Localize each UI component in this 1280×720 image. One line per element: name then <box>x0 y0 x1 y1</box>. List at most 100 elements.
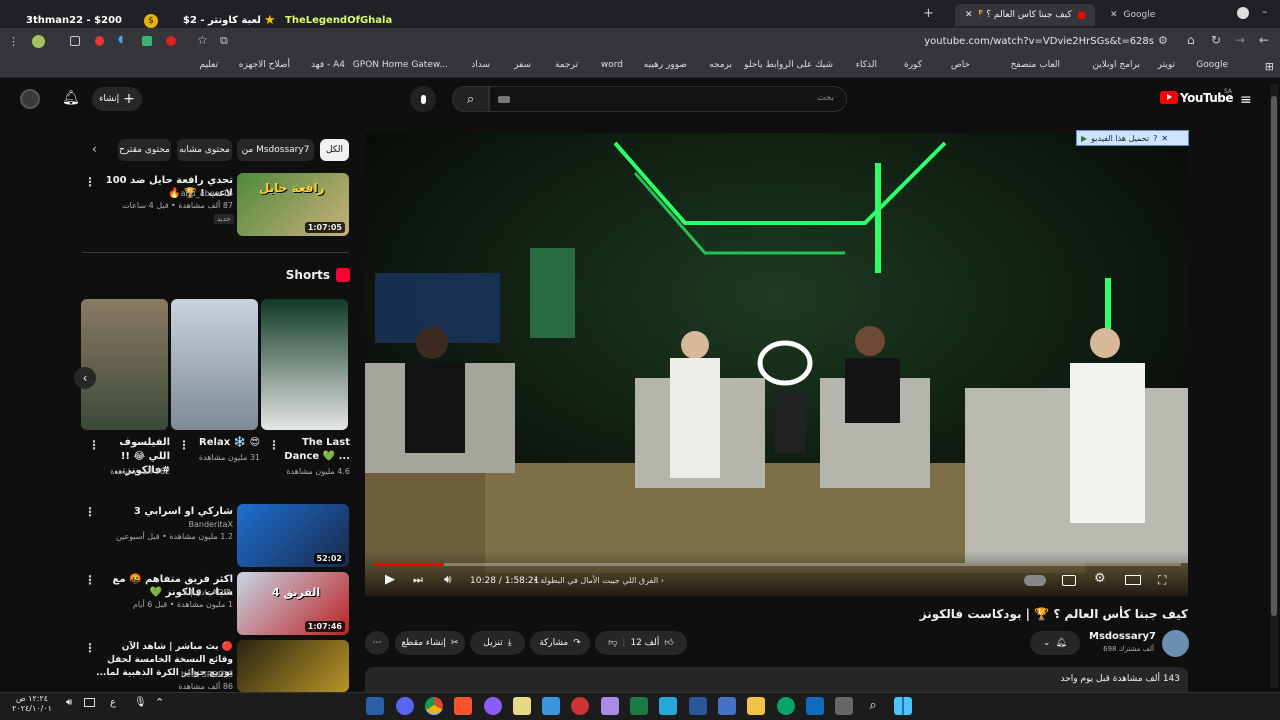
shorts-prev-button[interactable]: ‹ <box>74 367 96 389</box>
short-thumbnail[interactable] <box>171 299 258 430</box>
youtube-logo-icon[interactable] <box>1160 91 1178 104</box>
keyboard-icon[interactable] <box>498 96 510 103</box>
chip-related[interactable]: محتوى مشابه <box>177 139 232 161</box>
chapter-label[interactable]: • الفرق اللي جيبت الأمال في البطولة › <box>533 576 664 585</box>
notifications-bell-icon[interactable]: 🔔︎ <box>62 90 80 106</box>
bookmark-item[interactable]: خاص <box>951 60 970 70</box>
short-thumbnail[interactable] <box>81 299 168 430</box>
video-title[interactable]: شاركي او اسرابي 3 <box>95 505 233 518</box>
more-options-icon[interactable]: ⋮ <box>268 438 280 452</box>
share-icon[interactable]: ⧉ <box>220 34 228 48</box>
more-actions-button[interactable]: ⋯ <box>365 631 389 655</box>
edge-icon[interactable] <box>777 697 795 715</box>
taskbar-app-icon[interactable] <box>513 697 531 715</box>
bookmark-item[interactable]: أصلاح الاجهزه <box>239 60 290 70</box>
word-icon[interactable] <box>689 697 707 715</box>
brave-icon[interactable] <box>454 697 472 715</box>
more-options-icon[interactable]: ⋮ <box>84 175 96 189</box>
bookmark-item[interactable]: word <box>601 60 623 70</box>
clip-button[interactable]: إنشاء مقطع ✂ <box>395 631 465 655</box>
video-channel[interactable]: beIN SPORTS <box>95 669 233 681</box>
chip-all[interactable]: الكل <box>320 139 349 161</box>
extension-icon[interactable] <box>95 36 104 46</box>
chip-recommended[interactable]: محتوى مقترح <box>118 139 171 161</box>
menu-icon[interactable]: ⋮ <box>8 35 19 48</box>
bookmark-item[interactable]: كورة <box>904 60 922 70</box>
search-button[interactable]: ⌕ <box>452 86 489 112</box>
like-icon[interactable]: 👍︎ <box>664 638 673 648</box>
close-icon[interactable]: ✕ <box>1161 134 1168 143</box>
volume-icon[interactable]: 🔊︎ <box>444 572 452 587</box>
bookmark-item[interactable]: برمجه <box>709 60 732 70</box>
bookmark-item[interactable]: تويتر <box>1158 60 1175 70</box>
chevron-left-icon[interactable]: ‹ <box>92 142 97 156</box>
share-button[interactable]: مشاركة ↷ <box>530 631 590 655</box>
hamburger-menu-icon[interactable]: ≡ <box>1240 92 1252 108</box>
bookmark-star-icon[interactable]: ☆ <box>197 33 208 47</box>
chip-from-channel[interactable]: من Msdossary7 <box>237 139 314 161</box>
bookmark-item[interactable]: سداد <box>471 60 490 70</box>
extension-icon[interactable] <box>142 36 152 46</box>
reload-icon[interactable]: ↻ <box>1211 33 1221 47</box>
extensions-icon[interactable] <box>70 36 80 46</box>
home-icon[interactable]: ⌂ <box>1187 33 1195 47</box>
next-button[interactable]: ⏭︎ <box>413 573 423 587</box>
extension-icon[interactable] <box>32 35 45 48</box>
progress-track[interactable] <box>373 563 1181 566</box>
chevron-up-icon[interactable]: ⌃ <box>155 696 164 709</box>
description-box[interactable]: 143 ألف مشاهدة قبل يوم واحد <box>365 667 1188 692</box>
subscribe-button[interactable]: ⌄ 🔔︎ <box>1030 631 1080 655</box>
forward-icon[interactable]: → <box>1235 33 1245 47</box>
file-explorer-icon[interactable] <box>747 697 765 715</box>
bookmark-item[interactable]: العاب متصفح <box>1011 60 1060 70</box>
network-icon[interactable] <box>84 698 95 707</box>
bookmark-item[interactable]: ترجمة <box>555 60 578 70</box>
short-title[interactable]: Relax ❄️ 😍 <box>190 436 260 450</box>
avatar[interactable] <box>20 89 40 109</box>
url-text[interactable]: youtube.com/watch?v=VDvie2HrSGs&t=628s <box>860 36 1154 47</box>
more-options-icon[interactable]: ⋮ <box>178 438 190 452</box>
apps-grid-icon[interactable]: ⊞ <box>1265 60 1274 73</box>
download-button[interactable]: تنزيل ⤓ <box>470 631 525 655</box>
video-channel[interactable]: عادل | 3ADEL <box>95 587 233 599</box>
site-settings-icon[interactable]: ⚙ <box>1158 34 1168 47</box>
bookmark-item[interactable]: فهد - A4 <box>311 60 345 70</box>
bookmark-item[interactable]: برامج اونلاين <box>1092 60 1140 70</box>
settings-gear-icon[interactable]: ⚙ <box>1094 571 1106 586</box>
voice-search-button[interactable] <box>410 86 436 112</box>
bookmark-item[interactable]: شيك على الروابط ياحلو <box>744 60 833 70</box>
store-icon[interactable] <box>542 697 560 715</box>
bookmark-item[interactable]: سفر <box>514 60 531 70</box>
tab-google[interactable]: ✕ Google <box>1100 4 1220 26</box>
theater-mode-icon[interactable] <box>1125 575 1141 585</box>
window-minimize-icon[interactable]: – <box>1262 5 1268 18</box>
extension-icon[interactable]: ◖ <box>118 34 123 45</box>
volume-icon[interactable]: 🔊︎ <box>66 697 72 708</box>
bookmark-item[interactable]: صوور رهيبه <box>644 60 687 70</box>
profile-icon[interactable] <box>1237 7 1249 19</box>
video-channel[interactable]: abu_abeer16 <box>95 188 233 200</box>
windows-start-icon[interactable] <box>894 697 912 715</box>
page-scrollbar[interactable] <box>1270 84 1278 688</box>
short-thumbnail[interactable] <box>261 299 348 430</box>
bookmark-item[interactable]: GPON Home Gatew... <box>353 60 448 70</box>
bookmark-item[interactable]: Google <box>1196 60 1228 70</box>
microphone-icon[interactable]: 🎙︎ <box>134 697 147 708</box>
scrollbar-thumb[interactable] <box>1271 96 1277 616</box>
search-input[interactable]: بحث <box>489 86 847 112</box>
taskbar-app-icon[interactable] <box>630 697 648 715</box>
fullscreen-icon[interactable]: ⛶ <box>1158 573 1166 588</box>
video-channel[interactable]: BanderitaX <box>95 519 234 531</box>
taskbar-app-icon[interactable] <box>571 697 589 715</box>
play-button[interactable]: ▶ <box>385 572 395 587</box>
clock[interactable]: ١٢:٢٤ ص ٢٠٢٤/١٠/٠١ <box>4 694 60 714</box>
more-options-icon[interactable]: ⋮ <box>88 438 100 452</box>
dislike-icon[interactable]: 👎︎ <box>608 638 617 648</box>
bookmark-item[interactable]: تعليم <box>199 60 218 70</box>
video-thumbnail[interactable]: الفريق 4 1:07:46 <box>237 572 349 635</box>
video-thumbnail[interactable]: 52:02 <box>237 504 349 567</box>
search-icon[interactable]: ⌕ <box>864 697 882 715</box>
taskbar-app-icon[interactable] <box>601 697 619 715</box>
autoplay-toggle[interactable] <box>1024 575 1046 586</box>
help-icon[interactable]: ? <box>1153 134 1157 143</box>
